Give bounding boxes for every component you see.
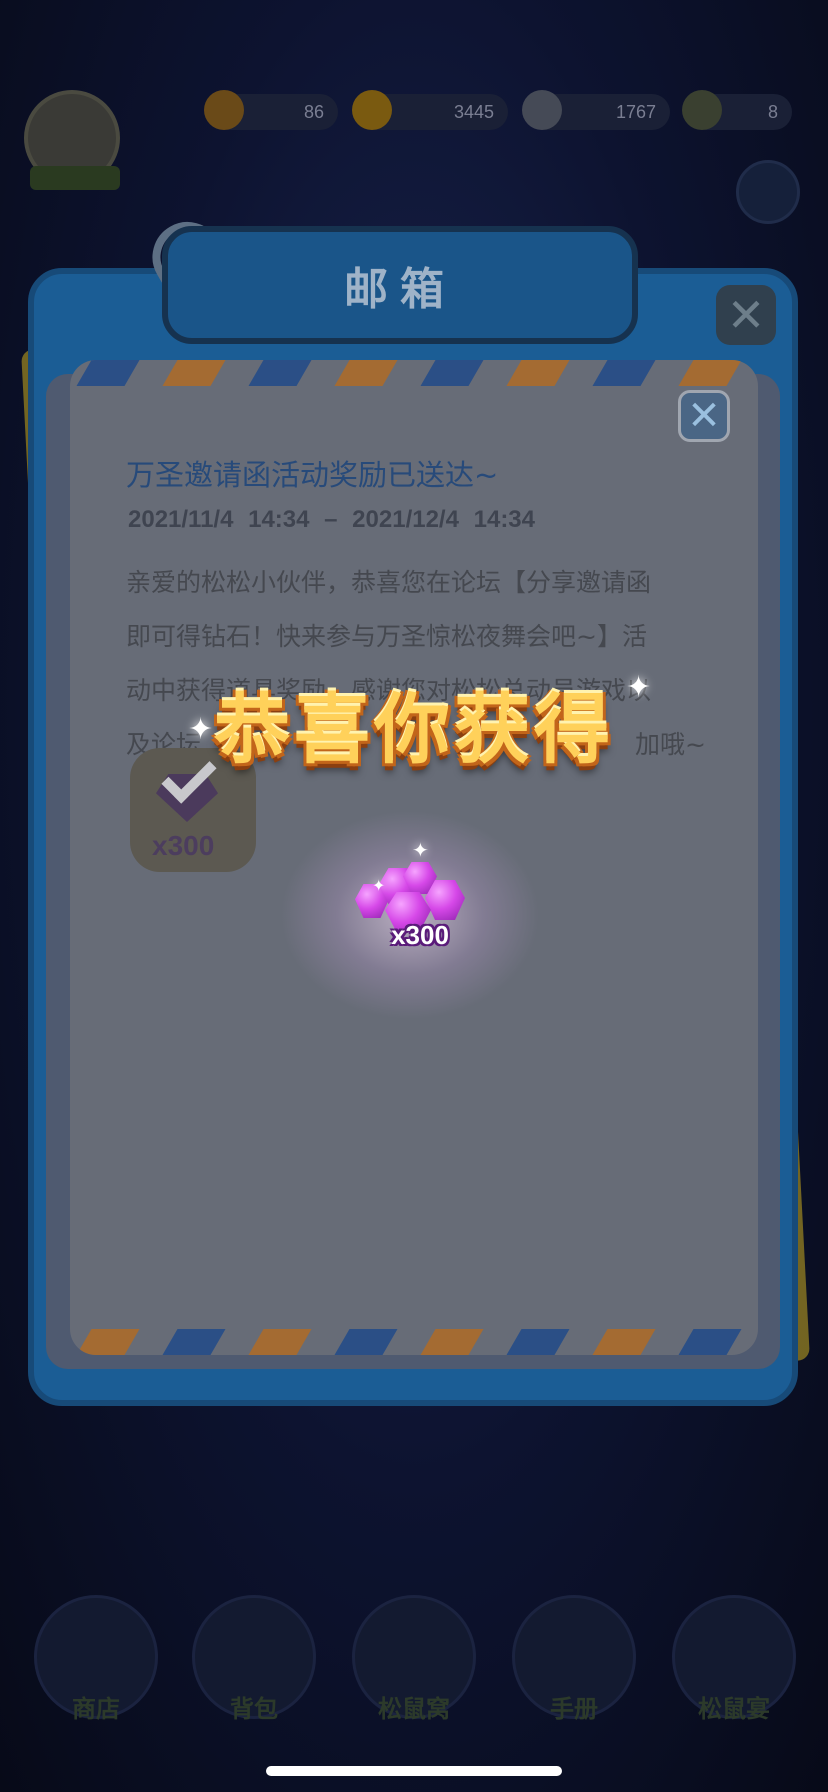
sparkle-icon: ✦ bbox=[188, 712, 214, 747]
envelope-stripe bbox=[420, 1329, 484, 1355]
top-resource-bar: 86 3445 1767 8 bbox=[20, 90, 808, 190]
side-menu-button[interactable] bbox=[736, 160, 800, 224]
resource-coin[interactable]: 3445 bbox=[352, 90, 508, 130]
envelope-stripe bbox=[678, 360, 742, 386]
player-name-plate bbox=[30, 166, 120, 190]
envelope-stripe bbox=[334, 1329, 398, 1355]
envelope-stripe bbox=[248, 360, 312, 386]
envelope-stripe bbox=[162, 360, 226, 386]
home-indicator[interactable] bbox=[266, 1766, 562, 1776]
reward-count: x300 bbox=[391, 920, 449, 950]
envelope-stripe bbox=[506, 1329, 570, 1355]
envelope-stripes-top bbox=[70, 360, 758, 386]
sparkle-icon: ✦ bbox=[412, 838, 429, 862]
dock-item-label: 松鼠宴 bbox=[698, 1695, 770, 1723]
envelope-stripe bbox=[334, 360, 398, 386]
envelope-stripes-bottom bbox=[70, 1329, 758, 1355]
mail-close-button[interactable]: ✕ bbox=[678, 390, 730, 442]
envelope-stripe bbox=[506, 360, 570, 386]
sparkle-icon: ✦ bbox=[626, 670, 652, 705]
envelope-stripe bbox=[162, 1329, 226, 1355]
diamond-icon bbox=[522, 90, 562, 130]
mailbox-close-button[interactable]: ✕ bbox=[716, 285, 776, 345]
envelope-stripe bbox=[678, 1329, 742, 1355]
mail-date-range: 2021/11/4 14:34 – 2021/12/4 14:34 bbox=[128, 506, 535, 533]
dock-item-feast[interactable]: 松鼠宴 bbox=[672, 1595, 796, 1723]
envelope-stripe bbox=[248, 1329, 312, 1355]
mail-body-line: 即可得钻石！快来参与万圣惊松夜舞会吧~】活 bbox=[126, 622, 647, 651]
coin-icon bbox=[352, 90, 392, 130]
bottom-dock: 商店 背包 松鼠窝 手册 松鼠宴 bbox=[0, 1595, 828, 1725]
dock-item-label: 背包 bbox=[230, 1695, 278, 1723]
energy-icon bbox=[682, 90, 722, 130]
mailbox-title-plate: 邮箱 bbox=[162, 226, 638, 344]
attachment-count: x300 bbox=[152, 830, 215, 861]
envelope-stripe bbox=[76, 1329, 140, 1355]
dock-item-label: 手册 bbox=[550, 1695, 598, 1723]
resource-acorn[interactable]: 86 bbox=[204, 90, 338, 130]
envelope-stripe bbox=[420, 360, 484, 386]
resource-energy-value: 8 bbox=[767, 102, 778, 122]
dock-item-nest[interactable]: 松鼠窝 bbox=[352, 1595, 476, 1723]
mailbox-title: 邮箱 bbox=[344, 264, 456, 315]
sparkle-icon: ✦ bbox=[372, 876, 386, 895]
resource-diamond[interactable]: 1767 bbox=[522, 90, 670, 130]
envelope-stripe bbox=[76, 360, 140, 386]
acorn-icon bbox=[204, 90, 244, 130]
reward-popup-title: 恭喜你获得 bbox=[214, 685, 614, 774]
dock-item-handbook[interactable]: 手册 bbox=[512, 1595, 636, 1723]
envelope-stripe bbox=[592, 1329, 656, 1355]
resource-coin-value: 3445 bbox=[453, 102, 494, 122]
mail-title: 万圣邀请函活动奖励已送达~ bbox=[126, 458, 499, 492]
dock-item-shop[interactable]: 商店 bbox=[34, 1595, 158, 1723]
dock-item-label: 松鼠窝 bbox=[378, 1695, 450, 1723]
resource-diamond-value: 1767 bbox=[615, 102, 656, 122]
resource-energy[interactable]: 8 bbox=[682, 90, 792, 130]
resource-acorn-value: 86 bbox=[303, 102, 324, 122]
envelope-stripe bbox=[592, 360, 656, 386]
mail-body-line: 亲爱的松松小伙伴，恭喜您在论坛【分享邀请函 bbox=[126, 568, 652, 597]
dock-item-label: 商店 bbox=[72, 1695, 120, 1723]
dock-item-bag[interactable]: 背包 bbox=[192, 1595, 316, 1723]
